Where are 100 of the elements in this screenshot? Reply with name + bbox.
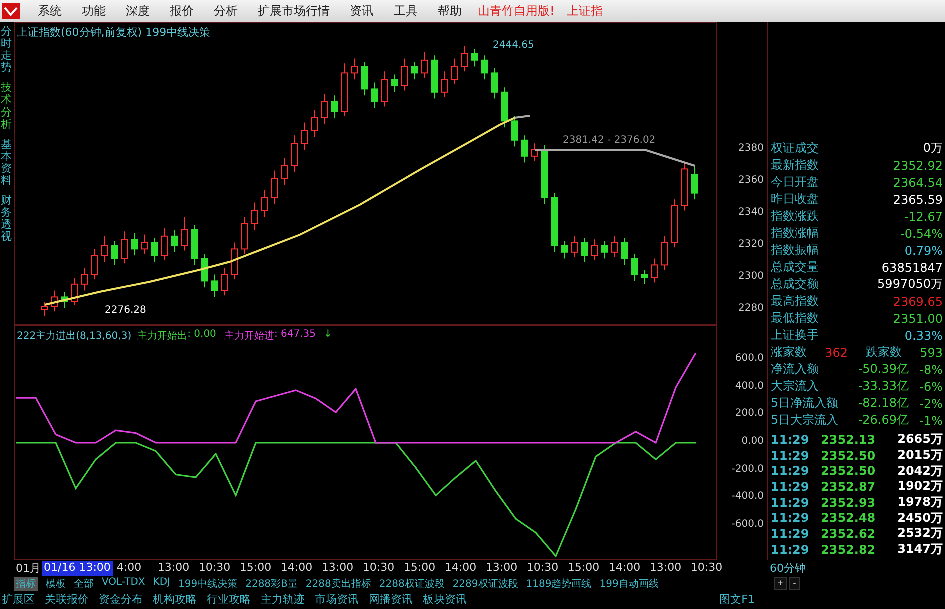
bottom-tab[interactable]: 关联报价 (45, 592, 89, 606)
series-name: 主力开始出 (138, 330, 188, 343)
candlestick (312, 110, 318, 138)
tick-volume: 2015万 (896, 447, 943, 464)
axis-label: 2300 (738, 271, 764, 282)
tick-volume: 2042万 (896, 462, 943, 480)
zoom-button[interactable]: - (789, 577, 800, 590)
menu-item[interactable]: 深度 (116, 2, 160, 20)
time-label: 10:30 (526, 560, 560, 576)
indicator-tab[interactable]: VOL-TDX (102, 576, 146, 590)
menu-item[interactable]: 资讯 (340, 2, 384, 20)
bottom-tab[interactable]: 行业攻略 (207, 592, 251, 606)
candlestick (662, 236, 668, 270)
menu-item[interactable]: 帮助 (428, 2, 472, 20)
candlestick (352, 58, 358, 80)
candlestick (582, 238, 588, 262)
quote-value: -0.54% (900, 226, 943, 240)
low-price-label: 2276.28 (105, 305, 146, 316)
tick-time: 11:29 (771, 526, 810, 541)
side-tab[interactable]: 财务透视 (1, 195, 12, 244)
candlestick (82, 268, 88, 292)
series-reading: : 0.00 (188, 329, 216, 342)
candlestick (42, 302, 48, 316)
indicator-title: 222主力进出(8,13,60,3) (17, 330, 132, 343)
bottom-tab[interactable]: 图文F1 (720, 592, 755, 606)
quote-label: 上证换手 (771, 327, 819, 344)
candlestick (602, 240, 608, 260)
candlestick (202, 254, 208, 288)
candlestick (572, 236, 578, 258)
bottom-tab[interactable]: 资金分布 (99, 592, 143, 606)
version-notice: 山青竹自用版! (477, 2, 556, 20)
flow-label: 5日大宗流入 (771, 412, 840, 429)
indicator-tab[interactable]: 2288卖出指标 (306, 576, 372, 590)
tick-time: 11:29 (771, 464, 810, 478)
bottom-tab[interactable]: 主力轨迹 (261, 592, 305, 606)
quote-label: 指数涨幅 (771, 225, 819, 242)
candlestick (392, 74, 398, 93)
candlestick (652, 258, 658, 284)
side-tab[interactable]: 分时走势 (1, 26, 12, 74)
axis-label: -200.0 (732, 464, 764, 475)
axis-label: 2380 (738, 143, 764, 154)
menu-item[interactable]: 上证指 (560, 2, 609, 20)
reference-line (514, 115, 532, 120)
tick-time: 11:29 (771, 448, 810, 463)
time-label: 15:00 (240, 560, 273, 576)
bottom-tab[interactable]: 扩展区 (2, 592, 35, 606)
indicator-tab[interactable]: 模板 (46, 576, 66, 590)
menu-item[interactable]: 报价 (160, 2, 204, 20)
candlestick (162, 228, 168, 261)
menu-item[interactable]: 系统 (28, 2, 72, 20)
candlestick (102, 236, 108, 262)
flow-label: 5日净流入额 (771, 395, 840, 412)
tick-volume: 1978万 (896, 494, 943, 512)
candlestick (632, 254, 638, 282)
indicator-tab[interactable]: KDJ (153, 576, 170, 590)
candlestick (122, 231, 128, 264)
candlestick (452, 58, 458, 85)
zoom-button[interactable]: + (774, 577, 788, 590)
tick-volume: 3147万 (896, 541, 943, 558)
quote-value: 2369.65 (893, 294, 943, 308)
indicator-tab[interactable]: 199自动画线 (600, 576, 659, 590)
quote-label: 指数振幅 (771, 242, 819, 259)
quote-value: 2364.54 (893, 176, 943, 190)
candlestick (462, 46, 468, 72)
menu-item[interactable]: 功能 (72, 2, 116, 20)
indicator-tab[interactable]: 2288权证波段 (379, 576, 445, 590)
tick-price: 2352.87 (821, 480, 877, 494)
candlestick (402, 58, 408, 92)
bottom-tab[interactable]: 网播资讯 (369, 592, 413, 606)
flow-amount: -33.33亿 (857, 378, 909, 395)
menu-item[interactable]: 工具 (384, 2, 428, 20)
bottom-tab[interactable]: 机构攻略 (153, 592, 197, 606)
quote-value: 2365.59 (893, 192, 943, 206)
side-tab[interactable]: 基本资料 (1, 138, 12, 188)
indicator-tab[interactable]: 2288彩B量 (246, 576, 298, 590)
candlestick (622, 238, 628, 266)
quote-label: 最低指数 (771, 310, 819, 327)
time-label: 13:00 (486, 560, 519, 576)
candlestick (692, 166, 698, 200)
menu-item[interactable]: 扩展市场行情 (248, 2, 340, 20)
candlestick (322, 94, 328, 125)
candlestick (92, 248, 98, 280)
indicator-tab[interactable]: 199中线决策 (178, 576, 238, 590)
quote-value: 63851847 (882, 260, 943, 274)
bottom-tab[interactable]: 板块资讯 (423, 592, 467, 606)
quote-label: 涨家数 (771, 344, 807, 361)
tick-volume: 2450万 (896, 510, 943, 527)
time-label: 14:00 (608, 560, 642, 576)
quote-value: 0.79% (904, 244, 943, 258)
time-label: 4:00 (116, 560, 143, 576)
indicator-tab[interactable]: 2289权证波段 (452, 576, 518, 590)
indicator-tab[interactable]: 全部 (74, 576, 94, 590)
axis-label: 600.0 (735, 353, 764, 364)
tick-price: 2352.82 (821, 542, 877, 557)
candlestick (112, 240, 118, 266)
bottom-tab[interactable]: 市场资讯 (315, 592, 359, 606)
side-tab[interactable]: 技术分析 (1, 82, 12, 131)
menu-item[interactable]: 分析 (204, 2, 248, 20)
indicator-tab[interactable]: 1189趋势画线 (526, 576, 592, 590)
candlestick (382, 71, 388, 108)
